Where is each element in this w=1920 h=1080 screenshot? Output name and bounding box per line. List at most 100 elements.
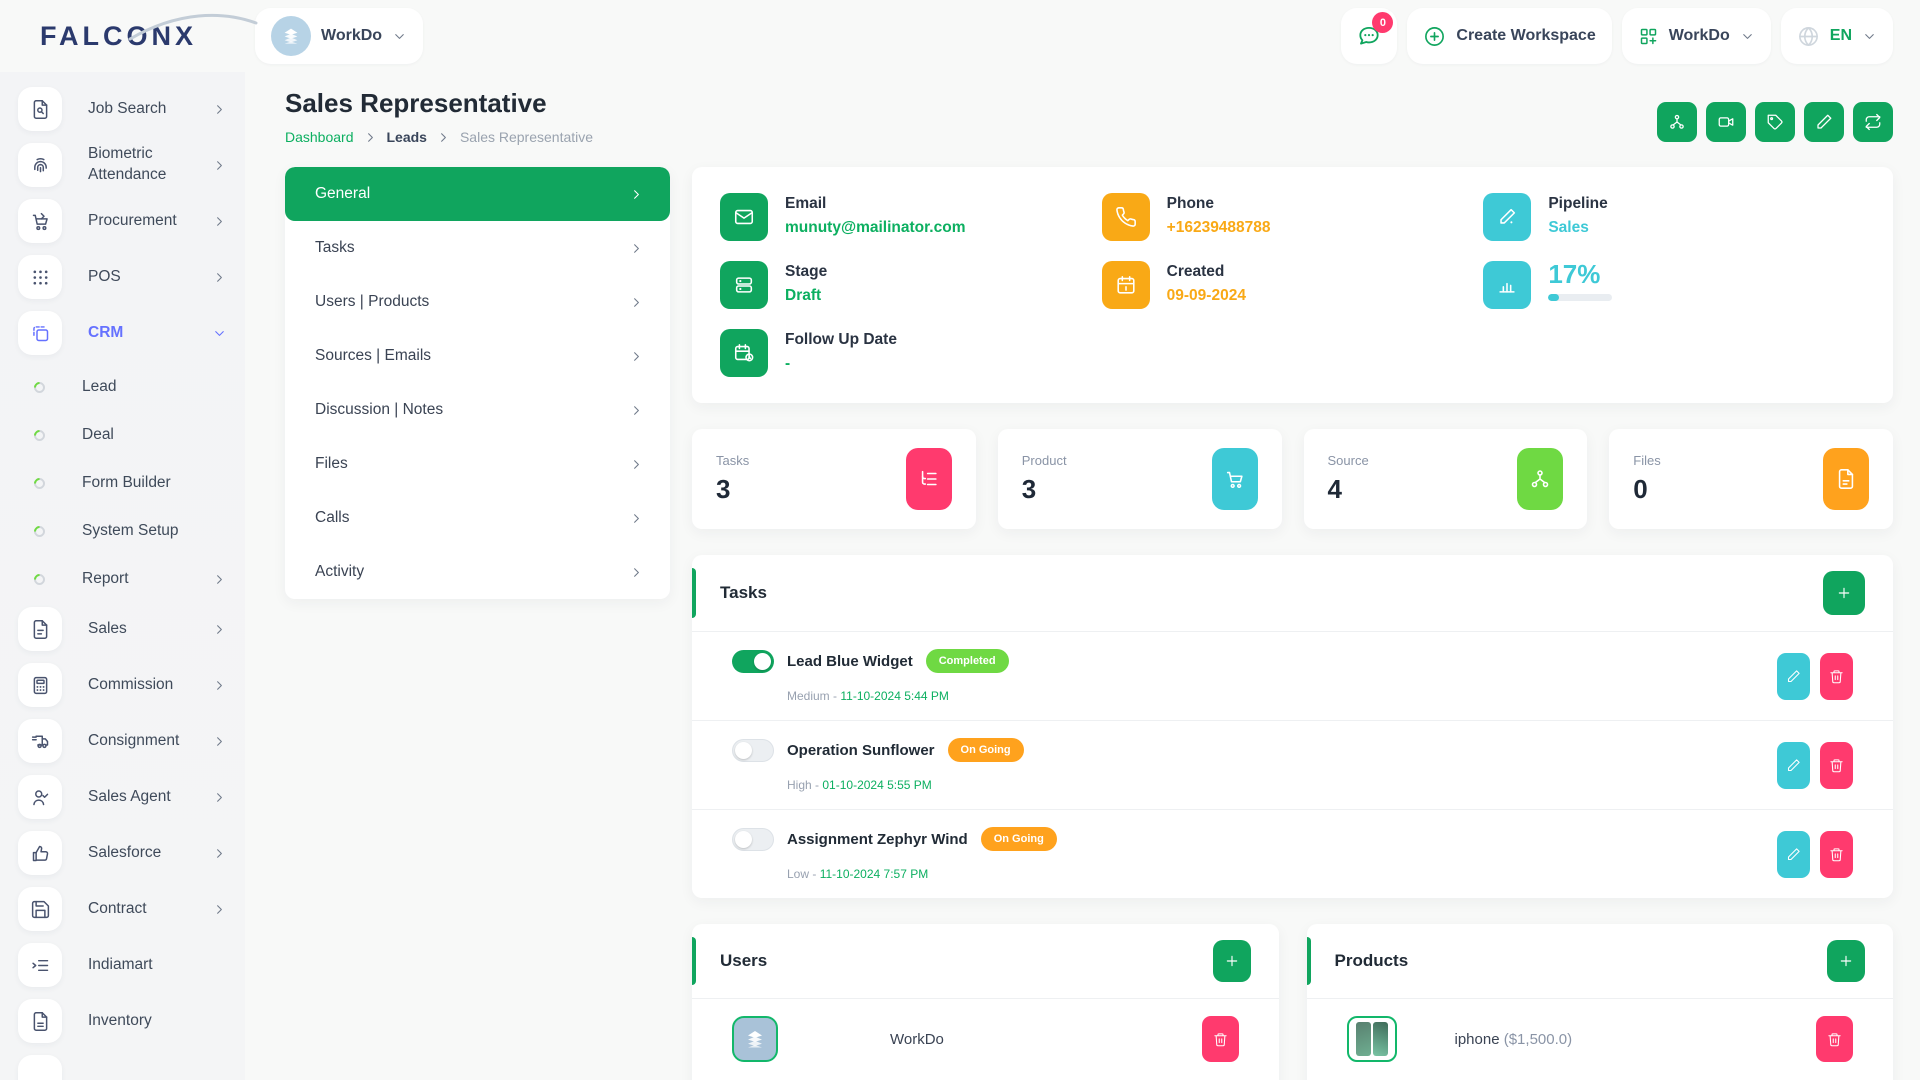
tasks-card: Tasks Lead Blue Widget Completed Medium …	[692, 555, 1893, 898]
menu-item-tasks[interactable]: Tasks	[285, 221, 670, 275]
sidebar-item-procurement[interactable]: Procurement	[18, 199, 227, 243]
task-complete-toggle[interactable]	[732, 828, 774, 851]
workspace-menu[interactable]: WorkDo	[1622, 8, 1771, 64]
stats-row: Tasks3 Product3 Source4 Files0	[692, 429, 1893, 529]
chevron-down-icon	[212, 326, 227, 341]
sidebar-item-inventory[interactable]: Inventory	[18, 999, 227, 1043]
stat-tasks-value: 3	[716, 474, 749, 505]
chevron-right-icon	[212, 158, 227, 173]
menu-item-calls[interactable]: Calls	[285, 491, 670, 545]
lead-pipeline-value: Sales	[1548, 219, 1607, 237]
menu-item-users-products[interactable]: Users | Products	[285, 275, 670, 329]
workspace-switcher[interactable]: WorkDo	[255, 8, 423, 64]
sidebar-item-indiamart[interactable]: Indiamart	[18, 943, 227, 987]
delete-task-button[interactable]	[1820, 742, 1853, 789]
edit-task-button[interactable]	[1777, 831, 1810, 878]
menu-item-general[interactable]: General	[285, 167, 670, 221]
lead-created-value: 09-09-2024	[1167, 287, 1246, 305]
menu-item-files[interactable]: Files	[285, 437, 670, 491]
sidebar-subitem-system-setup[interactable]: System Setup	[18, 511, 227, 551]
breadcrumb-dashboard-link[interactable]: Dashboard	[285, 129, 354, 145]
chevron-right-icon	[629, 241, 644, 256]
sidebar-item-pos[interactable]: POS	[18, 255, 227, 299]
menu-item-sources-emails[interactable]: Sources | Emails	[285, 329, 670, 383]
chevron-right-icon	[212, 902, 227, 917]
lead-stage-value: Draft	[785, 287, 827, 305]
product-name: iphone ($1,500.0)	[1455, 1031, 1573, 1048]
products-header: Products	[1307, 924, 1894, 999]
video-call-button[interactable]	[1706, 102, 1746, 142]
page-title: Sales Representative	[285, 88, 593, 119]
sidebar: Job Search Biometric Attendance Procurem…	[0, 72, 245, 1080]
users-header: Users	[692, 924, 1279, 999]
user-row: WorkDo	[692, 999, 1279, 1079]
sidebar-item-commission[interactable]: Commission	[18, 663, 227, 707]
create-workspace-label: Create Workspace	[1456, 27, 1595, 45]
org-chart-button[interactable]	[1657, 102, 1697, 142]
create-workspace-button[interactable]: Create Workspace	[1407, 8, 1611, 64]
language-selector[interactable]: EN	[1781, 8, 1893, 64]
sidebar-subitem-form-builder[interactable]: Form Builder	[18, 463, 227, 503]
convert-button[interactable]	[1853, 102, 1893, 142]
stat-product-value: 3	[1022, 474, 1067, 505]
messages-button[interactable]: 0	[1341, 8, 1397, 64]
chevron-right-icon	[212, 790, 227, 805]
workspace-avatar	[271, 16, 311, 56]
sidebar-item-partial[interactable]	[18, 1055, 227, 1080]
labels-button[interactable]	[1755, 102, 1795, 142]
task-name: Operation Sunflower	[787, 742, 935, 759]
user-avatar	[732, 1016, 778, 1062]
breadcrumb-current: Sales Representative	[460, 129, 593, 145]
building-icon	[280, 25, 302, 47]
add-product-button[interactable]	[1827, 940, 1865, 982]
repeat-arrows-icon	[1864, 113, 1882, 131]
task-complete-toggle[interactable]	[732, 650, 774, 673]
delete-task-button[interactable]	[1820, 653, 1853, 700]
edit-task-button[interactable]	[1777, 653, 1810, 700]
sidebar-item-consignment[interactable]: Consignment	[18, 719, 227, 763]
cart-icon	[18, 199, 62, 243]
trash-icon	[1829, 847, 1844, 862]
sidebar-item-biometric-attendance[interactable]: Biometric Attendance	[18, 143, 227, 187]
sidebar-item-sales[interactable]: Sales	[18, 607, 227, 651]
top-header: FALCONX WorkDo 0 Create Workspace WorkDo…	[0, 0, 1920, 72]
task-meta: Low - 11-10-2024 7:57 PM	[787, 867, 1057, 881]
info-pipeline: PipelineSales	[1483, 193, 1865, 241]
grid-plus-icon	[1638, 26, 1659, 47]
add-task-button[interactable]	[1823, 571, 1865, 615]
hidden-partial-icon	[18, 1055, 62, 1080]
delete-product-button[interactable]	[1816, 1016, 1853, 1062]
chevron-right-icon	[212, 734, 227, 749]
lead-section-menu: General Tasks Users | Products Sources |…	[285, 167, 670, 599]
brand-logo: FALCONX	[40, 21, 245, 52]
grid-dots-icon	[18, 255, 62, 299]
chevron-right-icon	[629, 457, 644, 472]
sidebar-item-sales-agent[interactable]: Sales Agent	[18, 775, 227, 819]
breadcrumb-leads-link[interactable]: Leads	[387, 129, 427, 145]
stat-card-files: Files0	[1609, 429, 1893, 529]
phone-photo	[1373, 1022, 1388, 1056]
menu-item-discussion-notes[interactable]: Discussion | Notes	[285, 383, 670, 437]
delete-user-button[interactable]	[1202, 1016, 1239, 1062]
pencil-icon	[1786, 758, 1801, 773]
info-follow-up: Follow Up Date-	[720, 329, 1102, 377]
sidebar-item-contract[interactable]: Contract	[18, 887, 227, 931]
edit-task-button[interactable]	[1777, 742, 1810, 789]
users-title: Users	[720, 951, 767, 971]
task-complete-toggle[interactable]	[732, 739, 774, 762]
sidebar-item-job-search[interactable]: Job Search	[18, 87, 227, 131]
invoice-icon	[18, 607, 62, 651]
add-user-button[interactable]	[1213, 940, 1251, 982]
sidebar-subitem-deal[interactable]: Deal	[18, 415, 227, 455]
chevron-right-icon	[212, 846, 227, 861]
sidebar-item-crm[interactable]: CRM	[18, 311, 227, 355]
sidebar-subitem-lead[interactable]: Lead	[18, 367, 227, 407]
task-row: Lead Blue Widget Completed Medium - 11-1…	[692, 632, 1893, 721]
edit-lead-button[interactable]	[1804, 102, 1844, 142]
menu-item-activity[interactable]: Activity	[285, 545, 670, 599]
pipeline-progress-value: 17%	[1548, 261, 1612, 287]
sidebar-subitem-report[interactable]: Report	[18, 559, 227, 599]
sidebar-item-salesforce[interactable]: Salesforce	[18, 831, 227, 875]
delete-task-button[interactable]	[1820, 831, 1853, 878]
page-head: Sales Representative Dashboard Leads Sal…	[285, 88, 1893, 145]
